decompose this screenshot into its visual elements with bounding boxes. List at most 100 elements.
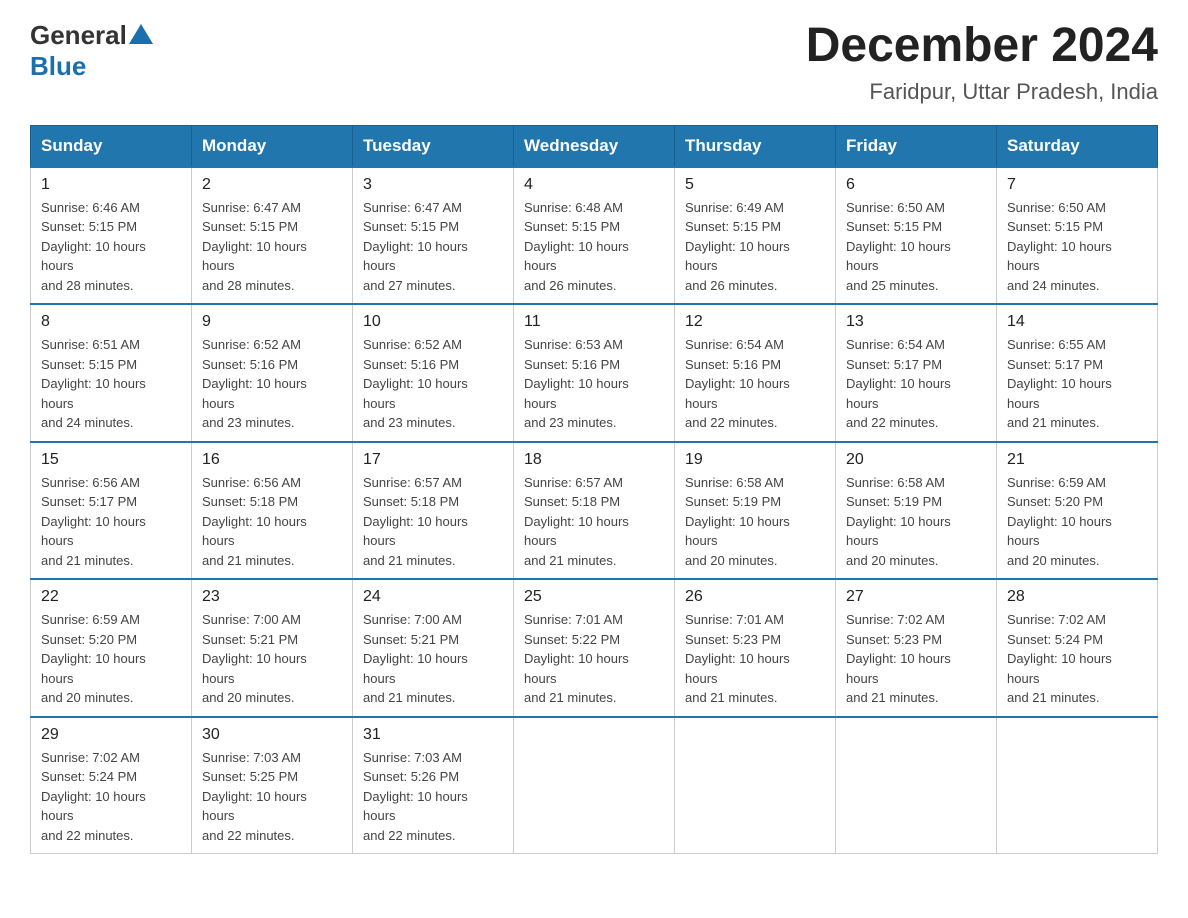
calendar-cell: 20 Sunrise: 6:58 AMSunset: 5:19 PMDayligh…	[836, 442, 997, 580]
day-number: 11	[524, 313, 664, 331]
calendar-cell	[997, 717, 1158, 854]
day-number: 17	[363, 451, 503, 469]
calendar-cell: 21 Sunrise: 6:59 AMSunset: 5:20 PMDayligh…	[997, 442, 1158, 580]
day-info: Sunrise: 6:57 AMSunset: 5:18 PMDaylight:…	[363, 473, 503, 571]
header-thursday: Thursday	[675, 125, 836, 167]
day-number: 10	[363, 313, 503, 331]
calendar-cell: 1 Sunrise: 6:46 AMSunset: 5:15 PMDaylight…	[31, 167, 192, 305]
day-number: 2	[202, 176, 342, 194]
header-tuesday: Tuesday	[353, 125, 514, 167]
day-number: 4	[524, 176, 664, 194]
day-info: Sunrise: 6:58 AMSunset: 5:19 PMDaylight:…	[846, 473, 986, 571]
calendar-cell: 10Sunrise: 6:52 AMSunset: 5:16 PMDayligh…	[353, 304, 514, 442]
day-number: 19	[685, 451, 825, 469]
day-info: Sunrise: 6:54 AMSunset: 5:17 PMDaylight:…	[846, 335, 986, 433]
day-info: Sunrise: 7:02 AMSunset: 5:23 PMDaylight:…	[846, 610, 986, 708]
day-info: Sunrise: 6:52 AMSunset: 5:16 PMDaylight:…	[202, 335, 342, 433]
day-number: 27	[846, 588, 986, 606]
calendar-cell	[514, 717, 675, 854]
calendar-cell: 9 Sunrise: 6:52 AMSunset: 5:16 PMDaylight…	[192, 304, 353, 442]
day-number: 24	[363, 588, 503, 606]
day-number: 13	[846, 313, 986, 331]
calendar-cell: 5Sunrise: 6:49 AMSunset: 5:15 PMDaylight…	[675, 167, 836, 305]
day-number: 8	[41, 313, 181, 331]
calendar-header-row: Sunday Monday Tuesday Wednesday Thursday…	[31, 125, 1158, 167]
day-info: Sunrise: 6:47 AMSunset: 5:15 PMDaylight:…	[202, 198, 342, 296]
header-saturday: Saturday	[997, 125, 1158, 167]
day-number: 1	[41, 176, 181, 194]
logo-triangle-icon	[129, 24, 153, 44]
day-info: Sunrise: 6:58 AMSunset: 5:19 PMDaylight:…	[685, 473, 825, 571]
header-wednesday: Wednesday	[514, 125, 675, 167]
calendar-cell	[675, 717, 836, 854]
calendar-cell: 26 Sunrise: 7:01 AMSunset: 5:23 PMDayligh…	[675, 579, 836, 717]
day-info: Sunrise: 6:50 AMSunset: 5:15 PMDaylight:…	[846, 198, 986, 296]
day-number: 3	[363, 176, 503, 194]
day-number: 20	[846, 451, 986, 469]
day-number: 15	[41, 451, 181, 469]
calendar-table: Sunday Monday Tuesday Wednesday Thursday…	[30, 125, 1158, 855]
calendar-cell: 23Sunrise: 7:00 AMSunset: 5:21 PMDayligh…	[192, 579, 353, 717]
day-number: 7	[1007, 176, 1147, 194]
calendar-cell	[836, 717, 997, 854]
calendar-cell: 27 Sunrise: 7:02 AMSunset: 5:23 PMDayligh…	[836, 579, 997, 717]
logo-blue-text: Blue	[30, 51, 86, 82]
calendar-cell: 12 Sunrise: 6:54 AMSunset: 5:16 PMDayligh…	[675, 304, 836, 442]
calendar-cell: 19 Sunrise: 6:58 AMSunset: 5:19 PMDayligh…	[675, 442, 836, 580]
day-info: Sunrise: 7:03 AMSunset: 5:26 PMDaylight:…	[363, 748, 503, 846]
day-info: Sunrise: 7:02 AMSunset: 5:24 PMDaylight:…	[41, 748, 181, 846]
day-info: Sunrise: 6:50 AMSunset: 5:15 PMDaylight:…	[1007, 198, 1147, 296]
day-number: 5	[685, 176, 825, 194]
day-info: Sunrise: 6:56 AMSunset: 5:18 PMDaylight:…	[202, 473, 342, 571]
calendar-cell: 7 Sunrise: 6:50 AMSunset: 5:15 PMDaylight…	[997, 167, 1158, 305]
calendar-cell: 6Sunrise: 6:50 AMSunset: 5:15 PMDaylight…	[836, 167, 997, 305]
day-number: 25	[524, 588, 664, 606]
day-info: Sunrise: 6:57 AMSunset: 5:18 PMDaylight:…	[524, 473, 664, 571]
calendar-cell: 24 Sunrise: 7:00 AMSunset: 5:21 PMDayligh…	[353, 579, 514, 717]
calendar-cell: 28Sunrise: 7:02 AMSunset: 5:24 PMDayligh…	[997, 579, 1158, 717]
calendar-cell: 25 Sunrise: 7:01 AMSunset: 5:22 PMDayligh…	[514, 579, 675, 717]
calendar-week-5: 29Sunrise: 7:02 AMSunset: 5:24 PMDayligh…	[31, 717, 1158, 854]
day-info: Sunrise: 7:00 AMSunset: 5:21 PMDaylight:…	[202, 610, 342, 708]
day-info: Sunrise: 6:54 AMSunset: 5:16 PMDaylight:…	[685, 335, 825, 433]
day-info: Sunrise: 7:03 AMSunset: 5:25 PMDaylight:…	[202, 748, 342, 846]
calendar-cell: 29Sunrise: 7:02 AMSunset: 5:24 PMDayligh…	[31, 717, 192, 854]
day-info: Sunrise: 6:46 AMSunset: 5:15 PMDaylight:…	[41, 198, 181, 296]
calendar-cell: 4 Sunrise: 6:48 AMSunset: 5:15 PMDaylight…	[514, 167, 675, 305]
day-info: Sunrise: 6:59 AMSunset: 5:20 PMDaylight:…	[41, 610, 181, 708]
day-number: 18	[524, 451, 664, 469]
calendar-cell: 16Sunrise: 6:56 AMSunset: 5:18 PMDayligh…	[192, 442, 353, 580]
calendar-cell: 30Sunrise: 7:03 AMSunset: 5:25 PMDayligh…	[192, 717, 353, 854]
day-info: Sunrise: 6:53 AMSunset: 5:16 PMDaylight:…	[524, 335, 664, 433]
day-info: Sunrise: 6:48 AMSunset: 5:15 PMDaylight:…	[524, 198, 664, 296]
day-number: 14	[1007, 313, 1147, 331]
day-info: Sunrise: 7:01 AMSunset: 5:23 PMDaylight:…	[685, 610, 825, 708]
calendar-subtitle: Faridpur, Uttar Pradesh, India	[806, 79, 1158, 105]
day-info: Sunrise: 6:55 AMSunset: 5:17 PMDaylight:…	[1007, 335, 1147, 433]
page-header: General Blue December 2024 Faridpur, Utt…	[30, 20, 1158, 105]
calendar-week-1: 1 Sunrise: 6:46 AMSunset: 5:15 PMDaylight…	[31, 167, 1158, 305]
calendar-week-3: 15 Sunrise: 6:56 AMSunset: 5:17 PMDayligh…	[31, 442, 1158, 580]
day-info: Sunrise: 6:51 AMSunset: 5:15 PMDaylight:…	[41, 335, 181, 433]
calendar-cell: 2 Sunrise: 6:47 AMSunset: 5:15 PMDaylight…	[192, 167, 353, 305]
logo: General Blue	[30, 20, 153, 82]
day-number: 26	[685, 588, 825, 606]
day-info: Sunrise: 6:56 AMSunset: 5:17 PMDaylight:…	[41, 473, 181, 571]
day-info: Sunrise: 7:01 AMSunset: 5:22 PMDaylight:…	[524, 610, 664, 708]
calendar-cell: 8 Sunrise: 6:51 AMSunset: 5:15 PMDaylight…	[31, 304, 192, 442]
calendar-title: December 2024	[806, 20, 1158, 73]
day-info: Sunrise: 6:47 AMSunset: 5:15 PMDaylight:…	[363, 198, 503, 296]
calendar-cell: 15 Sunrise: 6:56 AMSunset: 5:17 PMDayligh…	[31, 442, 192, 580]
day-info: Sunrise: 7:00 AMSunset: 5:21 PMDaylight:…	[363, 610, 503, 708]
day-number: 31	[363, 726, 503, 744]
calendar-cell: 22Sunrise: 6:59 AMSunset: 5:20 PMDayligh…	[31, 579, 192, 717]
calendar-cell: 3 Sunrise: 6:47 AMSunset: 5:15 PMDaylight…	[353, 167, 514, 305]
calendar-cell: 31 Sunrise: 7:03 AMSunset: 5:26 PMDayligh…	[353, 717, 514, 854]
day-info: Sunrise: 6:59 AMSunset: 5:20 PMDaylight:…	[1007, 473, 1147, 571]
day-number: 12	[685, 313, 825, 331]
title-block: December 2024 Faridpur, Uttar Pradesh, I…	[806, 20, 1158, 105]
day-number: 9	[202, 313, 342, 331]
day-number: 21	[1007, 451, 1147, 469]
calendar-week-2: 8 Sunrise: 6:51 AMSunset: 5:15 PMDaylight…	[31, 304, 1158, 442]
logo-general-text: General	[30, 20, 127, 51]
